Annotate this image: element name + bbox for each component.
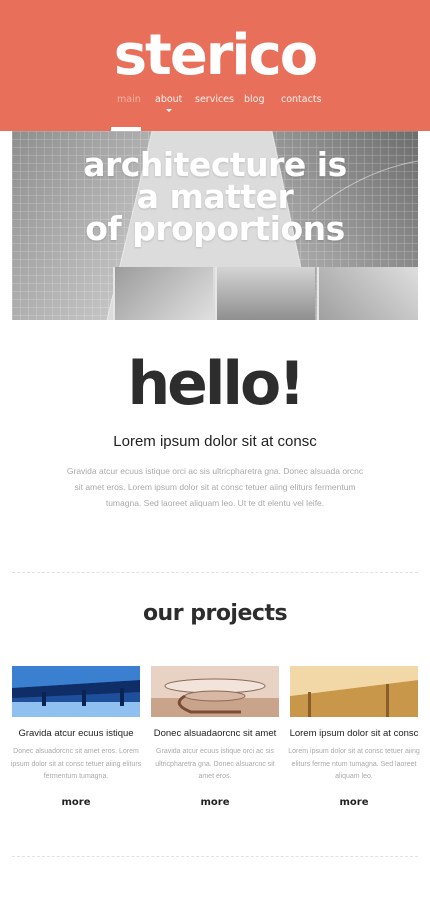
nav-item-blog[interactable]: blog [244,94,265,105]
intro-subheading: Lorem ipsum dolor sit at consc [113,433,317,450]
section-divider [12,572,418,573]
hero-thumbnail-3[interactable] [317,267,418,320]
nav-item-main[interactable]: main [117,94,141,105]
project-title: Donec alsuadaorcnc sit amet [153,728,277,739]
project-title: Lorem ipsum dolor sit at consc [289,728,419,739]
project-image-1[interactable] [12,666,140,717]
site-logo[interactable]: sterico [0,22,430,90]
hero-title: architecture is a matter of proportions [12,148,418,248]
hero-thumbnail-2[interactable] [215,267,315,320]
nav-item-about[interactable]: about [155,94,183,112]
chevron-down-icon [165,109,172,112]
project-description: Gravida atcur ecuus istique orci ac sis … [155,748,275,780]
intro-heading: hello! [127,349,305,419]
project-title: Gravida atcur ecuus istique [18,728,134,739]
projects-heading: our projects [142,601,288,626]
project-more-link[interactable]: more [12,797,140,808]
section-divider [12,856,418,857]
project-image-3[interactable] [290,666,418,717]
project-more-link[interactable]: more [290,797,418,808]
site-header: sterico main about services blog contact… [0,0,430,131]
nav-item-contacts[interactable]: contacts [281,94,322,105]
project-description: Lorem ipsum dolor sit at consc tetuer ai… [288,748,420,780]
project-more-link[interactable]: more [151,797,279,808]
project-image-2[interactable] [151,666,279,717]
project-description: Donec alsuadorcnc sit amet eros. Lorem i… [10,748,142,780]
hero-thumbnail-1[interactable] [113,267,213,320]
hero-banner: architecture is a matter of proportions [12,131,418,320]
main-nav: main about services blog contacts [0,94,430,131]
hero-thumbnails [113,267,418,320]
hero-title-line-3: of proportions [85,209,345,248]
nav-item-services[interactable]: services [195,94,234,105]
intro-body: Gravida atcur ecuus istique orci ac sis … [66,466,364,508]
nav-item-about-label: about [155,94,183,105]
